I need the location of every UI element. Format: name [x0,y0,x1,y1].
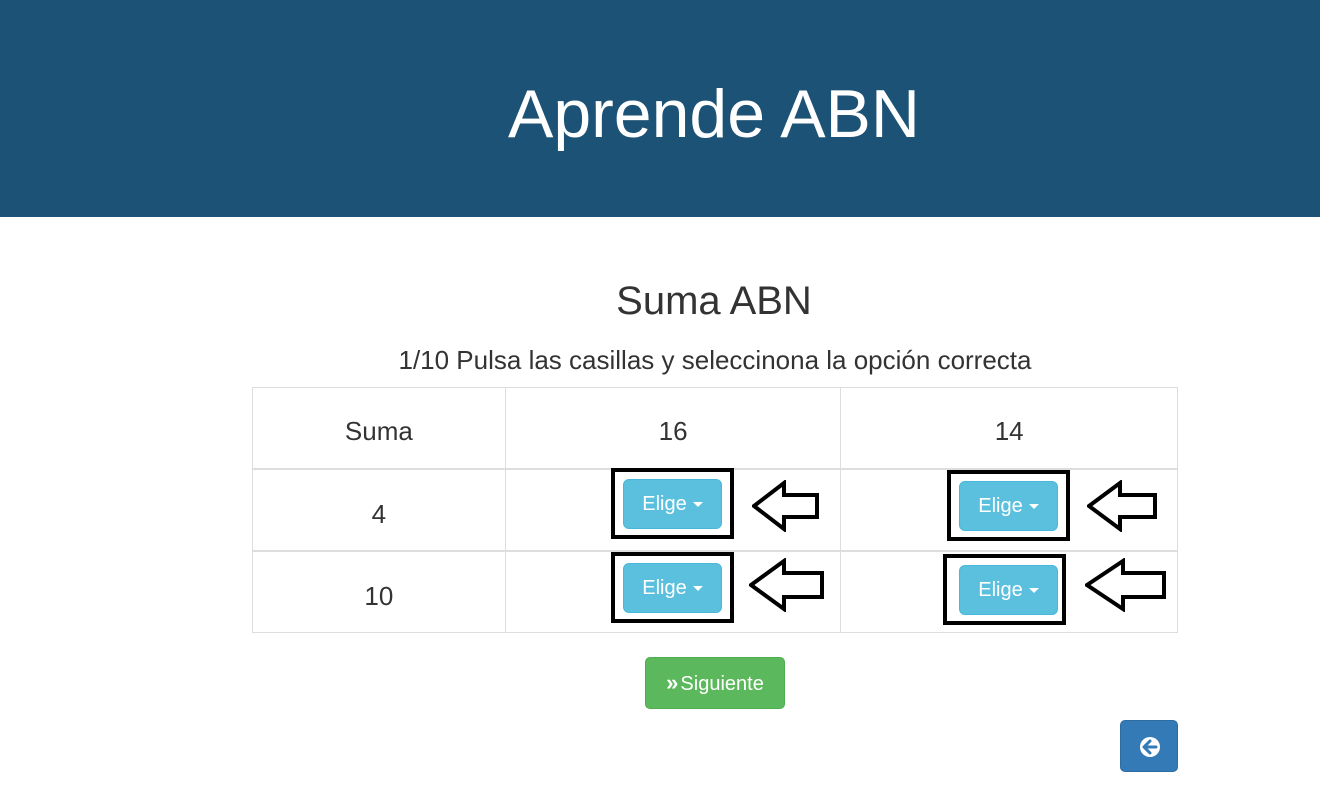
arrow-circle-left-icon [1140,737,1160,757]
header-banner: Aprende ABN [0,0,1320,217]
choice-dropdown-button[interactable]: Elige [623,563,722,613]
back-button[interactable] [1120,720,1178,772]
table-header-row: Suma 16 14 [252,387,1178,470]
highlight-box: Elige [611,552,734,623]
row-label: 10 [364,581,394,612]
highlight-box: Elige [943,554,1066,625]
exercise-instructions: 1/10 Pulsa las casillas y seleccinona la… [398,345,1032,375]
arrow-left-icon [1087,480,1157,532]
next-button[interactable]: » Siguiente [645,657,785,709]
choice-dropdown-button[interactable]: Elige [959,481,1058,531]
choice-dropdown-button[interactable]: Elige [623,479,722,529]
header-cell-operation: Suma [252,387,506,470]
choice-dropdown-button[interactable]: Elige [959,565,1058,615]
arrow-left-icon [1085,558,1166,612]
row-label-cell: 10 [252,550,506,633]
caret-down-icon [692,502,703,508]
row-label: 4 [371,499,387,529]
double-chevron-right-icon: » [666,670,678,695]
row-label-cell: 4 [252,468,506,552]
exercise-title: Suma ABN [616,279,812,323]
caret-down-icon [1028,504,1039,510]
header-cell-16: 16 [504,387,842,470]
arrow-left-icon [752,480,819,532]
arrow-left-icon [749,558,824,612]
caret-down-icon [1028,588,1039,594]
caret-down-icon [692,586,703,592]
header-cell-14: 14 [840,387,1178,470]
highlight-box: Elige [611,468,734,539]
app-title: Aprende ABN [507,76,921,152]
highlight-box: Elige [947,470,1070,541]
